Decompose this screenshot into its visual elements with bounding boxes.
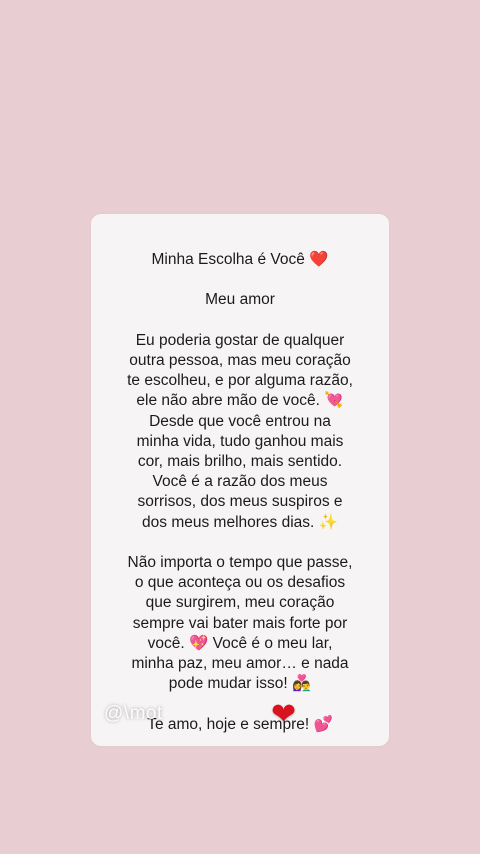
message-card: Minha Escolha é Você ❤️ Meu amor Eu pode… bbox=[91, 214, 389, 746]
paragraph-line: o que aconteça ou os desafios bbox=[134, 574, 346, 592]
paragraph-line: ele não abre mão de você. 💘 bbox=[136, 392, 344, 410]
sparkles-icon: ✨ bbox=[318, 513, 338, 531]
paragraph-line: Não importa o tempo que passe, bbox=[127, 554, 353, 571]
paragraph-line: Você é a razão dos meus bbox=[152, 473, 328, 491]
sparkling-heart-icon: 💖 bbox=[188, 634, 209, 652]
paragraph-line: minha vida, tudo ganhou mais bbox=[136, 432, 344, 450]
message-title: Minha Escolha é Você ❤️ bbox=[151, 251, 329, 268]
paragraph-line: cor, mais brilho, mais sentido. bbox=[137, 453, 343, 470]
heart-sticker-icon: ❤ bbox=[271, 698, 297, 731]
paragraph-line: Desde que você entrou na bbox=[149, 412, 331, 430]
paragraph-line: você. 💖 Você é o meu lar, bbox=[147, 634, 333, 652]
paragraph-line: minha paz, meu amor… e nada bbox=[131, 655, 349, 673]
paragraph-line: que surgirem, meu coração bbox=[145, 594, 335, 612]
paragraph-line: pode mudar isso! 👩‍❤️‍👨 bbox=[168, 675, 312, 693]
red-heart-icon: ❤️ bbox=[309, 251, 329, 268]
message-body: Minha Escolha é Você ❤️ Meu amor Eu pode… bbox=[91, 250, 389, 735]
heart-arrow-icon: 💘 bbox=[324, 392, 344, 410]
paragraph-line: dos meus melhores dias. ✨ bbox=[142, 513, 338, 531]
two-hearts-icon: 💕 bbox=[313, 715, 333, 733]
couple-icon: 👩‍❤️‍👨 bbox=[291, 675, 312, 693]
paragraph-line: Eu poderia gostar de qualquer bbox=[135, 331, 345, 349]
paragraph-line: sempre vai bater mais forte por bbox=[132, 614, 348, 632]
salutation: Meu amor bbox=[205, 291, 275, 309]
paragraph-line: te escolheu, e por alguma razão, bbox=[127, 372, 353, 390]
username-watermark: @\mot bbox=[104, 703, 163, 724]
paragraph-line: sorrisos, dos meus suspiros e bbox=[137, 493, 343, 511]
paragraph-line: outra pessoa, mas meu coração bbox=[129, 351, 351, 369]
